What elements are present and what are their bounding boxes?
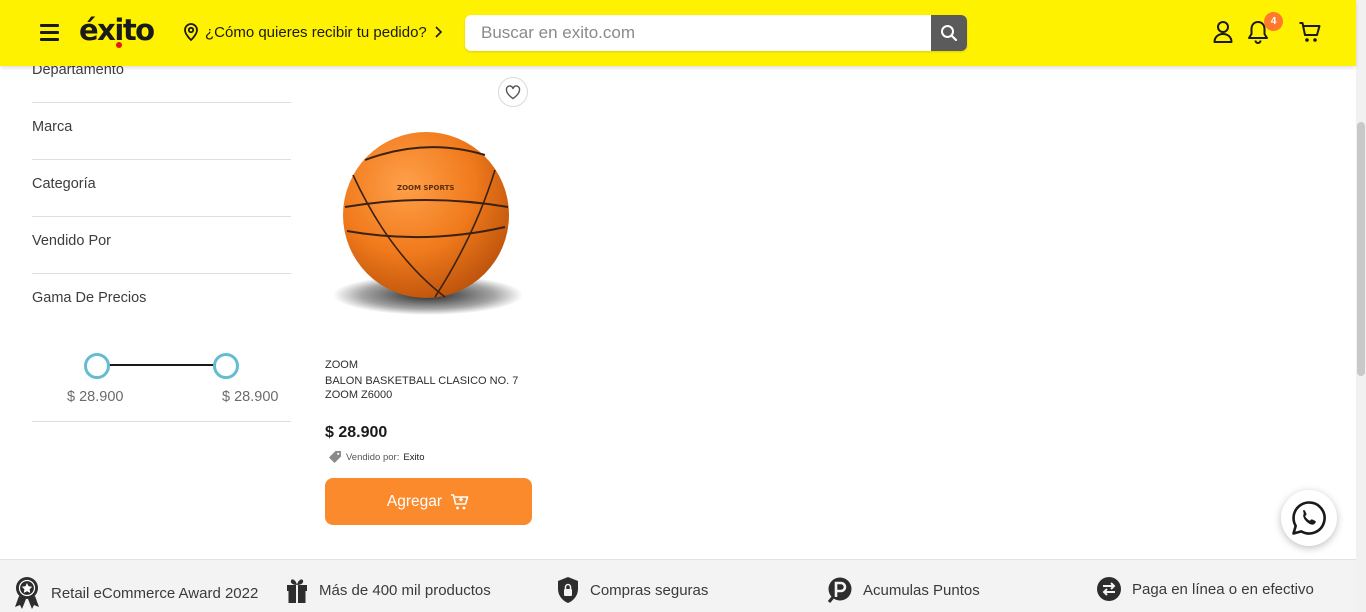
chevron-right-icon (435, 26, 442, 38)
price-min-handle[interactable] (84, 353, 110, 379)
product-image[interactable]: ZOOM SPORTS (325, 115, 532, 326)
delivery-location-selector[interactable]: ¿Cómo quieres recibir tu pedido? (183, 23, 443, 41)
price-range-track (97, 364, 227, 366)
page-scrollbar-thumb[interactable] (1357, 122, 1365, 376)
shield-lock-icon (558, 577, 578, 603)
feature-label: Compras seguras (590, 581, 709, 599)
feature-secure: Compras seguras (556, 576, 708, 604)
price-min-label: $ 28.900 (67, 389, 124, 405)
filter-marca[interactable]: Marca (32, 103, 291, 160)
seller-prefix: Vendido por: (346, 451, 400, 463)
feature-retail-award: Retail eCommerce Award 2022 (13, 576, 258, 610)
location-pin-icon (184, 23, 198, 41)
filter-label: Gama De Precios (32, 290, 147, 306)
feature-label: Más de 400 mil productos (319, 581, 491, 599)
product-price: $ 28.900 (325, 424, 388, 441)
feature-label: Retail eCommerce Award 2022 (51, 584, 259, 602)
add-to-cart-button[interactable]: Agregar (325, 478, 532, 525)
price-max-label: $ 28.900 (222, 389, 279, 405)
logo-red-dot (116, 42, 122, 48)
exchange-icon (1097, 577, 1121, 601)
cart-add-icon (451, 493, 469, 509)
notification-count-badge: 4 (1264, 12, 1283, 31)
feature-points: Acumulas Puntos (827, 576, 980, 604)
gift-icon (287, 579, 307, 603)
top-header: éxito ¿Cómo quieres recibir tu pedido? 4 (0, 0, 1356, 66)
award-medal-icon (15, 577, 39, 609)
whatsapp-icon (1292, 501, 1326, 535)
tag-icon (329, 451, 341, 463)
user-account-icon[interactable] (1212, 20, 1234, 44)
feature-label: Paga en línea o en efectivo (1132, 580, 1314, 598)
points-icon (827, 577, 852, 603)
filter-label: Marca (32, 119, 73, 135)
search-button[interactable] (931, 15, 967, 51)
feature-products: Más de 400 mil productos (285, 576, 491, 604)
whatsapp-chat-button[interactable] (1281, 490, 1337, 546)
product-name[interactable]: BALON BASKETBALL CLASICO NO. 7 ZOOM Z600… (325, 374, 535, 402)
menu-hamburger-icon[interactable] (40, 22, 60, 42)
search-input[interactable] (465, 15, 931, 51)
filter-label: Categoría (32, 176, 96, 192)
basketball-image: ZOOM SPORTS (333, 132, 523, 315)
search-bar (465, 15, 967, 51)
feature-payment: Paga en línea o en efectivo (1096, 576, 1314, 602)
filter-label: Vendido Por (32, 233, 112, 249)
favorite-button[interactable] (498, 77, 528, 107)
heart-icon (505, 84, 521, 99)
cart-icon[interactable] (1298, 20, 1322, 44)
filter-categoria[interactable]: Categoría (32, 160, 291, 217)
add-to-cart-label: Agregar (386, 492, 443, 510)
product-brand: ZOOM (325, 359, 358, 371)
filter-vendido-por[interactable]: Vendido Por (32, 217, 291, 274)
price-max-handle[interactable] (213, 353, 239, 379)
seller-name: Exito (403, 451, 425, 463)
location-prompt-text: ¿Cómo quieres recibir tu pedido? (205, 23, 427, 41)
feature-label: Acumulas Puntos (863, 581, 980, 599)
search-icon (941, 25, 958, 42)
seller-info: Vendido por: Exito (328, 450, 424, 464)
ball-brand-text: ZOOM SPORTS (397, 184, 454, 192)
